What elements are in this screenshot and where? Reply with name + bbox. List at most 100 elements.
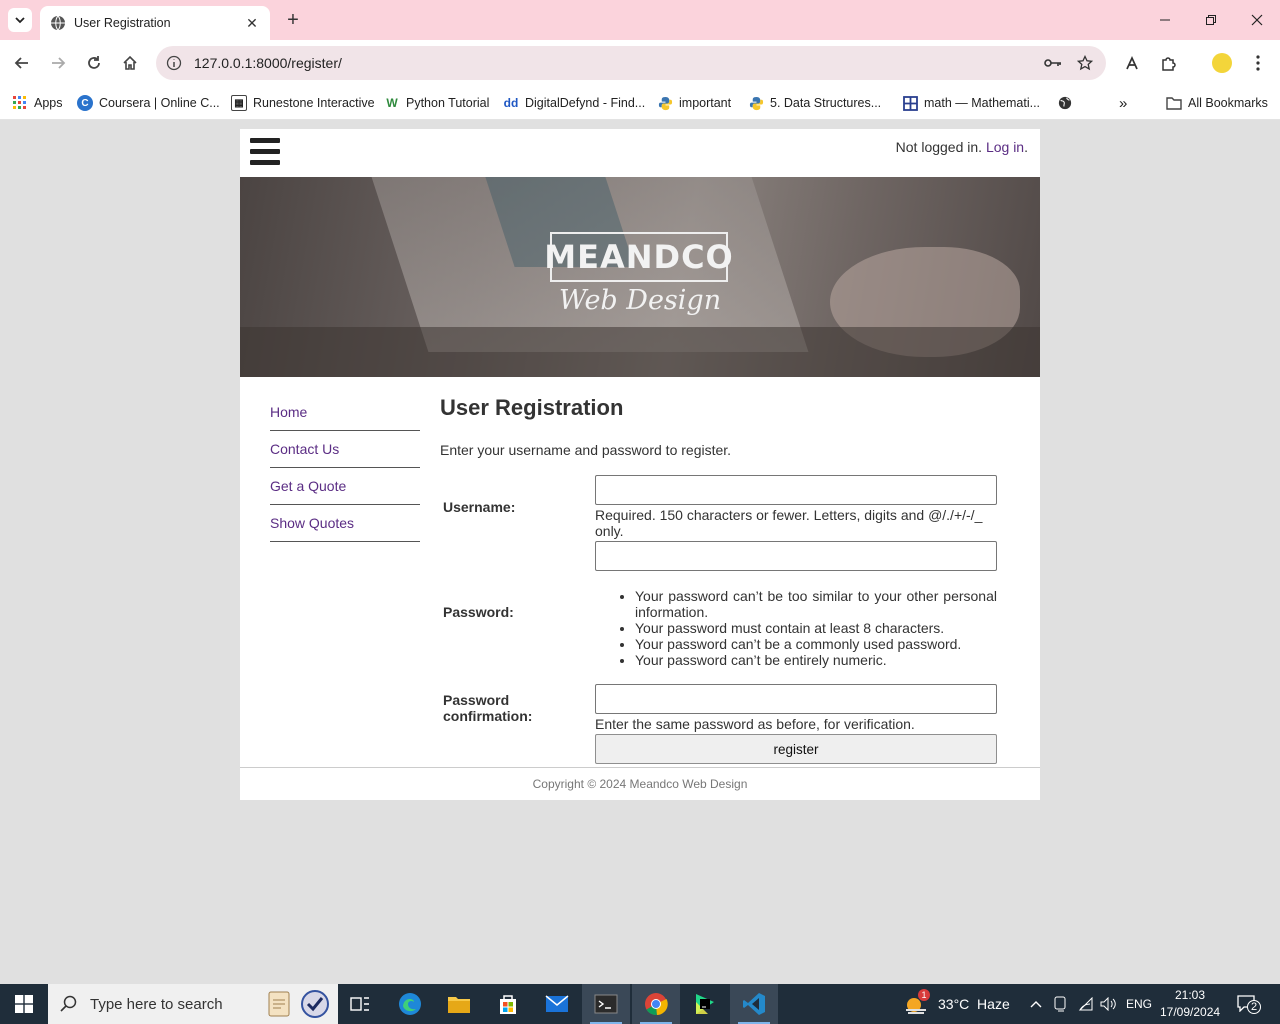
network-icon[interactable] [1078,984,1094,1024]
profile-avatar[interactable] [1212,53,1232,73]
clock-date: 17/09/2024 [1160,1005,1221,1019]
math-grid-icon [902,95,918,111]
bookmarks-bar: Apps C Coursera | Online C... ▦ Runeston… [0,86,1280,120]
store-icon [500,995,516,1014]
bookmark-apps[interactable]: Apps [12,92,63,114]
nav-show-quotes[interactable]: Show Quotes [270,505,420,542]
close-window-button[interactable] [1234,0,1280,40]
username-input[interactable] [595,475,997,505]
bookmark-important[interactable]: important [657,92,731,114]
taskbar-edge[interactable] [386,984,434,1024]
login-status-text: Not logged in. [895,139,983,155]
extension-pen-icon[interactable] [1121,52,1143,74]
taskbar-vscode[interactable] [730,984,778,1024]
password-confirmation-help: Enter the same password as before, for v… [595,716,915,732]
password-confirmation-label: Password confirmation: [443,692,533,724]
bookmark-python-tutorial[interactable]: W Python Tutorial [384,92,489,114]
weather-widget[interactable]: 1 33°C Haze [904,984,1010,1024]
bookmark-label: Python Tutorial [406,96,490,110]
bookmark-digitaldefynd[interactable]: dd DigitalDefynd - Find... [503,92,646,114]
more-menu-icon[interactable] [1247,52,1269,74]
meet-now-icon[interactable] [1054,984,1068,1024]
taskbar-chrome[interactable] [632,984,680,1024]
registration-form: User Registration Enter your username an… [440,395,1010,764]
site-logo: MEANDCO [544,232,733,282]
folder-icon [448,997,470,1013]
volume-icon[interactable] [1100,984,1118,1024]
taskbar-search[interactable]: Type here to search [48,984,338,1024]
new-tab-button[interactable]: + [282,9,304,31]
taskbar-clock[interactable]: 21:03 17/09/2024 [1160,987,1220,1021]
page-title: User Registration [440,395,624,420]
register-button[interactable]: register [595,734,997,764]
tab-user-registration[interactable]: User Registration ✕ [40,6,270,40]
taskbar-store[interactable] [484,984,532,1024]
language-indicator[interactable]: ENG [1126,984,1152,1024]
notification-count: 2 [1247,1000,1261,1014]
browser-toolbar: 127.0.0.1:8000/register/ [0,40,1280,86]
pycharm-icon [696,994,714,1014]
bookmark-label: math — Mathemati... [924,96,1041,110]
minimize-button[interactable] [1142,0,1188,40]
close-icon [1251,14,1263,26]
nav-get-a-quote[interactable]: Get a Quote [270,468,420,505]
login-period: . [1024,139,1028,155]
bookmarks-overflow-button[interactable]: » [1119,92,1127,114]
all-bookmarks-button[interactable]: All Bookmarks [1166,92,1268,114]
nav-home[interactable]: Home [270,394,420,431]
notification-center[interactable]: 2 [1236,984,1262,1024]
task-view-button[interactable] [336,984,384,1024]
python-icon [748,95,764,111]
forward-button[interactable] [45,50,71,76]
bookmark-coursera[interactable]: C Coursera | Online C... [77,92,220,114]
nav-contact-us[interactable]: Contact Us [270,431,420,468]
username-help: Required. 150 characters or fewer. Lette… [595,507,983,539]
close-icon[interactable]: ✕ [244,15,260,31]
tab-search-button[interactable] [8,8,32,32]
show-hidden-icons[interactable] [1030,984,1042,1024]
weather-badge: 1 [918,989,930,1001]
restore-icon [1206,15,1216,25]
password-rule: Your password must contain at least 8 ch… [635,620,997,636]
taskbar-mail[interactable] [533,984,581,1024]
password-label: Password: [443,604,514,620]
star-icon[interactable] [1074,52,1096,74]
puzzle-icon[interactable] [1158,52,1180,74]
bookmark-runestone[interactable]: ▦ Runestone Interactive [231,92,375,114]
password-input[interactable] [595,541,997,571]
search-widget-icon[interactable] [263,988,295,1020]
login-link[interactable]: Log in [986,139,1024,155]
site-logo-subtitle: Web Design [558,285,722,316]
weather-text: 33°C Haze [938,996,1010,1012]
bookmark-math[interactable]: math — Mathemati... [902,92,1040,114]
info-icon[interactable] [166,55,182,71]
password-confirmation-input[interactable] [595,684,997,714]
password-rule: Your password can’t be entirely numeric. [635,652,997,668]
taskbar-pycharm[interactable] [681,984,729,1024]
bookmark-globe[interactable] [1057,92,1079,114]
url-text[interactable]: 127.0.0.1:8000/register/ [194,55,1042,71]
home-icon [123,55,137,70]
home-button[interactable] [117,50,143,76]
back-button[interactable] [9,50,35,76]
bookmark-data-structures[interactable]: 5. Data Structures... [748,92,881,114]
page-container: Not logged in. Log in. MEANDCO Web Desig… [240,129,1040,800]
arrow-left-icon [14,57,28,69]
minimize-icon [1160,19,1170,21]
bookmark-label: Runestone Interactive [253,96,375,110]
search-badge-icon[interactable] [299,988,331,1020]
restore-button[interactable] [1188,0,1234,40]
start-button[interactable] [0,984,48,1024]
reload-button[interactable] [81,50,107,76]
tab-title: User Registration [74,16,171,30]
terminal-icon [594,994,618,1014]
taskbar-file-explorer[interactable] [435,984,483,1024]
address-bar[interactable]: 127.0.0.1:8000/register/ [156,46,1106,80]
hamburger-menu-icon[interactable] [250,138,280,165]
key-icon[interactable] [1042,52,1064,74]
all-bookmarks-label: All Bookmarks [1188,96,1268,110]
reload-icon [88,56,100,69]
taskbar-terminal[interactable] [582,984,630,1024]
site-header: Not logged in. Log in. [240,129,1040,177]
windows-logo-icon [15,995,33,1013]
